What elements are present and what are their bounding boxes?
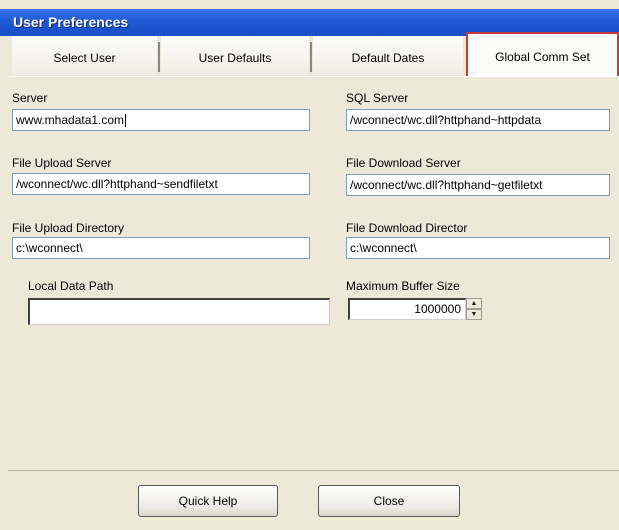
tab-default-dates[interactable]: Default Dates bbox=[313, 36, 463, 74]
file-download-server-value: /wconnect/wc.dll?httphand~getfiletxt bbox=[350, 178, 543, 192]
tab-separator bbox=[158, 42, 160, 72]
file-download-server-label: File Download Server bbox=[346, 156, 461, 170]
maximum-buffer-size-input[interactable]: 1000000 bbox=[348, 298, 466, 320]
spin-down-icon[interactable]: ▼ bbox=[466, 309, 482, 320]
maximum-buffer-size-value: 1000000 bbox=[414, 302, 461, 316]
text-caret bbox=[125, 114, 127, 128]
maximum-buffer-size-label: Maximum Buffer Size bbox=[346, 279, 460, 293]
user-preferences-window: User Preferences Select User User Defaul… bbox=[0, 0, 619, 530]
file-download-director-input[interactable]: c:\wconnect\ bbox=[346, 237, 610, 259]
file-download-director-value: c:\wconnect\ bbox=[350, 241, 417, 255]
quick-help-button[interactable]: Quick Help bbox=[138, 485, 278, 517]
server-label: Server bbox=[12, 91, 48, 105]
close-button[interactable]: Close bbox=[318, 485, 460, 517]
local-data-path-label: Local Data Path bbox=[28, 279, 114, 293]
tab-user-defaults[interactable]: User Defaults bbox=[161, 36, 309, 74]
top-strip bbox=[0, 0, 619, 9]
file-upload-server-input[interactable]: /wconnect/wc.dll?httphand~sendfiletxt bbox=[12, 173, 310, 195]
file-upload-server-label: File Upload Server bbox=[12, 156, 112, 170]
tab-strip: Select User User Defaults Default Dates … bbox=[8, 32, 619, 76]
server-input[interactable]: www.mhadata1.com bbox=[12, 109, 310, 131]
button-bar: Quick Help Close bbox=[8, 470, 619, 530]
global-comm-settings-panel: Server www.mhadata1.com SQL Server /wcon… bbox=[8, 76, 619, 471]
tab-separator bbox=[310, 42, 312, 72]
window-title: User Preferences bbox=[13, 14, 129, 30]
tab-select-user[interactable]: Select User bbox=[12, 36, 157, 74]
sql-server-value: /wconnect/wc.dll?httphand~httpdata bbox=[350, 113, 542, 127]
tab-global-comm-set[interactable]: Global Comm Set bbox=[466, 32, 619, 76]
buffer-size-spinner: ▲ ▼ bbox=[466, 298, 482, 320]
spin-up-icon[interactable]: ▲ bbox=[466, 298, 482, 309]
file-download-director-label: File Download Director bbox=[346, 221, 468, 235]
file-upload-directory-label: File Upload Directory bbox=[12, 221, 125, 235]
server-value: www.mhadata1.com bbox=[16, 113, 125, 127]
sql-server-label: SQL Server bbox=[346, 91, 409, 105]
file-upload-server-value: /wconnect/wc.dll?httphand~sendfiletxt bbox=[16, 177, 218, 191]
file-upload-directory-value: c:\wconnect\ bbox=[16, 241, 83, 255]
file-download-server-input[interactable]: /wconnect/wc.dll?httphand~getfiletxt bbox=[346, 174, 610, 196]
file-upload-directory-input[interactable]: c:\wconnect\ bbox=[12, 237, 310, 259]
local-data-path-input[interactable] bbox=[28, 298, 330, 325]
sql-server-input[interactable]: /wconnect/wc.dll?httphand~httpdata bbox=[346, 109, 610, 131]
